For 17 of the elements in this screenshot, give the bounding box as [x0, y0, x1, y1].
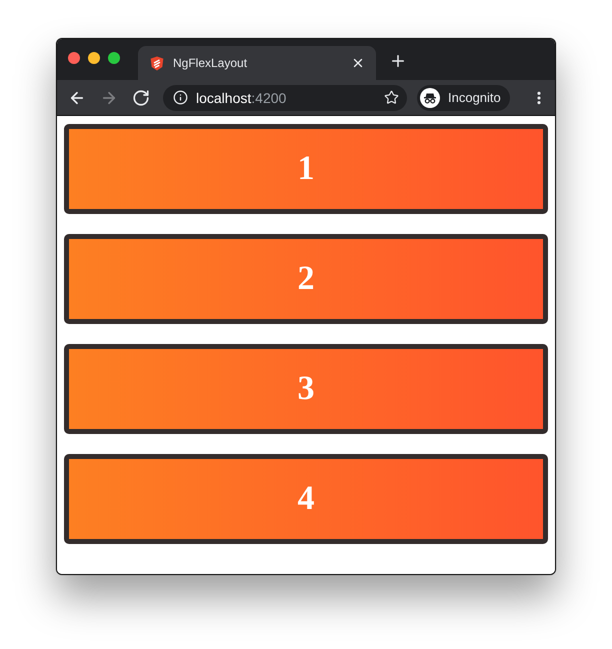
url-text: localhost:4200: [196, 90, 288, 106]
star-icon[interactable]: [383, 90, 399, 106]
incognito-icon: [420, 88, 440, 108]
zoom-light-icon[interactable]: [108, 52, 120, 64]
info-icon[interactable]: [172, 90, 188, 106]
card-number: 2: [298, 260, 314, 298]
address-bar[interactable]: localhost:4200: [163, 84, 407, 110]
browser-tab[interactable]: NgFlexLayout: [138, 46, 376, 80]
minimize-light-icon[interactable]: [88, 52, 100, 64]
card-number: 3: [298, 370, 314, 408]
incognito-button[interactable]: Incognito: [417, 84, 510, 110]
shield-logo-icon: [150, 56, 164, 70]
reload-icon[interactable]: [131, 88, 151, 108]
card-number: 4: [298, 480, 314, 518]
close-light-icon[interactable]: [68, 52, 80, 64]
tab-title: NgFlexLayout: [173, 56, 248, 70]
card-number: 1: [298, 150, 314, 188]
